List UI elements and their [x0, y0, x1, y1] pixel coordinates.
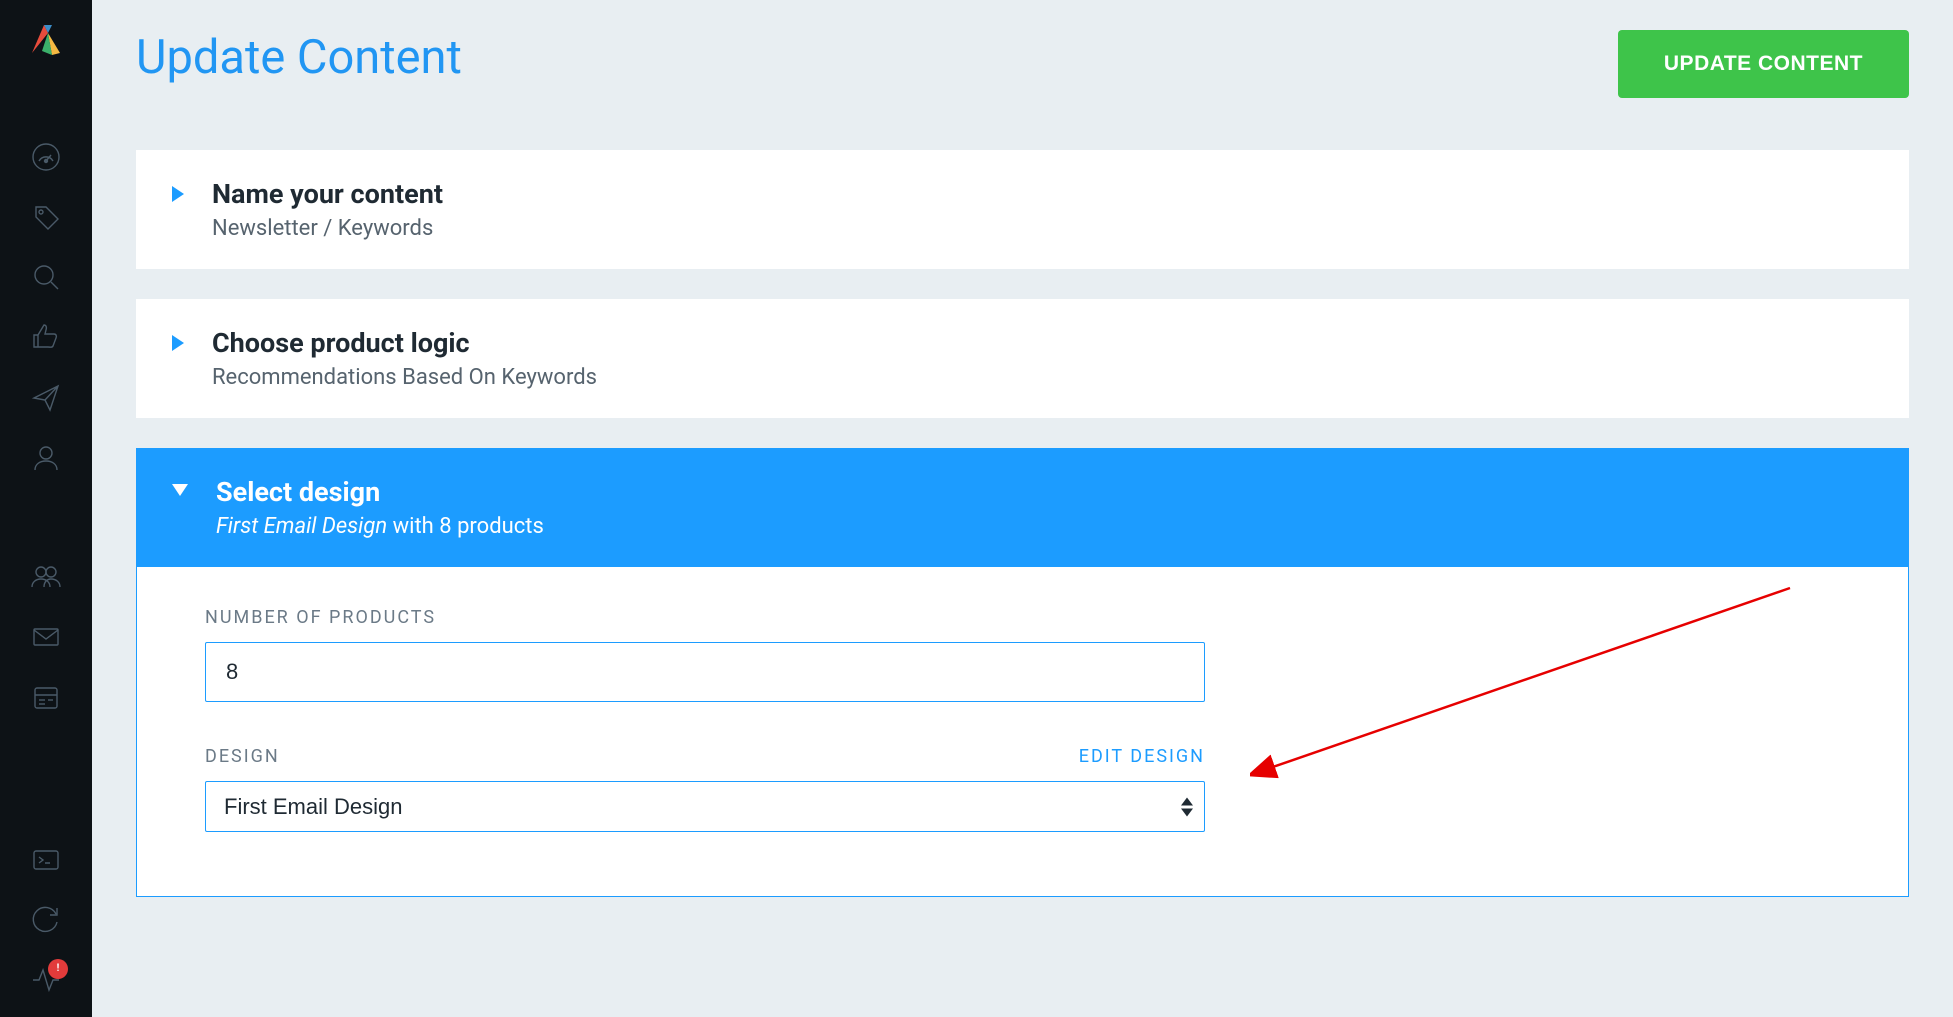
update-content-button[interactable]: UPDATE CONTENT	[1618, 30, 1909, 98]
page-header: Update Content UPDATE CONTENT	[136, 30, 1909, 98]
section-name-header[interactable]: Name your content Newsletter / Keywords	[136, 150, 1909, 269]
send-icon[interactable]	[22, 374, 70, 420]
section-logic-header[interactable]: Choose product logic Recommendations Bas…	[136, 299, 1909, 418]
sidebar: !	[0, 0, 92, 1017]
section-design-body: NUMBER OF PRODUCTS DESIGN EDIT DESIGN Fi…	[136, 567, 1909, 897]
section-title: Select design	[216, 476, 544, 508]
section-title: Choose product logic	[212, 327, 597, 359]
caret-right-icon	[172, 335, 184, 351]
design-select[interactable]: First Email Design	[205, 781, 1205, 832]
dashboard-icon[interactable]	[22, 134, 70, 180]
num-products-label: NUMBER OF PRODUCTS	[205, 607, 436, 628]
envelope-icon[interactable]	[22, 614, 70, 660]
template-icon[interactable]	[22, 675, 70, 721]
main-content: Update Content UPDATE CONTENT Name your …	[92, 0, 1953, 1017]
section-subtitle: Recommendations Based On Keywords	[212, 365, 597, 390]
users-icon[interactable]	[22, 554, 70, 600]
caret-right-icon	[172, 186, 184, 202]
terminal-icon[interactable]	[22, 837, 70, 883]
alert-badge: !	[48, 959, 68, 979]
search-icon[interactable]	[22, 254, 70, 300]
section-subtitle: Newsletter / Keywords	[212, 216, 443, 241]
page-title: Update Content	[136, 30, 462, 85]
refresh-icon[interactable]	[22, 897, 70, 943]
caret-down-icon	[172, 484, 188, 496]
section-title: Name your content	[212, 178, 443, 210]
num-products-input[interactable]	[205, 642, 1205, 702]
user-icon[interactable]	[22, 435, 70, 481]
logo[interactable]	[20, 14, 72, 64]
section-select-design: Select design First Email Design with 8 …	[136, 448, 1909, 897]
section-subtitle: First Email Design with 8 products	[216, 514, 544, 539]
activity-icon[interactable]: !	[22, 957, 70, 1003]
tag-icon[interactable]	[22, 194, 70, 240]
section-name-content: Name your content Newsletter / Keywords	[136, 150, 1909, 269]
section-product-logic: Choose product logic Recommendations Bas…	[136, 299, 1909, 418]
section-design-header[interactable]: Select design First Email Design with 8 …	[136, 448, 1909, 567]
edit-design-link[interactable]: EDIT DESIGN	[1079, 746, 1205, 767]
thumbsup-icon[interactable]	[22, 314, 70, 360]
design-label: DESIGN	[205, 746, 280, 767]
